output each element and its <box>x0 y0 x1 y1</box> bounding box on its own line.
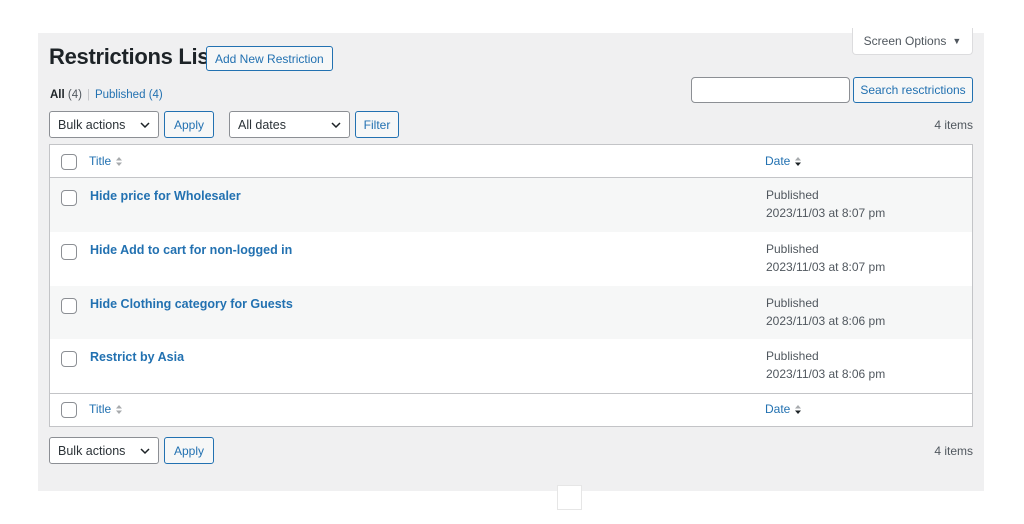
table-footer-row: Title Date <box>50 393 972 426</box>
column-title-label: Title <box>89 402 112 416</box>
view-published[interactable]: Published (4) <box>95 89 163 101</box>
row-status: Published <box>766 296 819 310</box>
table-row: Hide Add to cart for non-logged in Publi… <box>50 232 972 286</box>
table-row: Restrict by Asia Published 2023/11/03 at… <box>50 339 972 393</box>
row-date: 2023/11/03 at 8:07 pm <box>766 260 886 274</box>
table-row: Hide Clothing category for Guests Publis… <box>50 286 972 339</box>
sort-icon <box>116 404 123 414</box>
row-date: 2023/11/03 at 8:06 pm <box>766 314 886 328</box>
dates-filter-select[interactable]: All dates <box>229 111 350 138</box>
items-count-top: 4 items <box>934 118 973 132</box>
bulk-actions-select-bottom[interactable]: Bulk actions <box>49 437 159 464</box>
page-title: Restrictions List <box>49 44 217 69</box>
row-date: 2023/11/03 at 8:06 pm <box>766 367 886 381</box>
items-count-bottom: 4 items <box>934 444 973 458</box>
bulk-actions-selected: Bulk actions <box>58 443 126 458</box>
dates-filter-selected: All dates <box>238 117 286 132</box>
column-date-sort[interactable]: Date <box>765 154 802 168</box>
row-title-link[interactable]: Hide price for Wholesaler <box>90 189 241 203</box>
column-date-label: Date <box>765 154 791 168</box>
search-input[interactable] <box>691 77 850 103</box>
bulk-actions-select-top[interactable]: Bulk actions <box>49 111 159 138</box>
add-new-restriction-button[interactable]: Add New Restriction <box>206 46 333 71</box>
sort-desc-icon <box>795 156 802 166</box>
filter-button[interactable]: Filter <box>355 111 399 138</box>
status-views: All (4) | Published (4) <box>50 89 163 101</box>
screen-options-label: Screen Options <box>863 34 947 48</box>
column-title-sort[interactable]: Title <box>89 154 123 168</box>
row-date: 2023/11/03 at 8:07 pm <box>766 206 886 220</box>
apply-button-top[interactable]: Apply <box>164 111 214 138</box>
footer-widget <box>557 485 582 510</box>
row-title-link[interactable]: Restrict by Asia <box>90 350 184 364</box>
search-restrictions-button[interactable]: Search resctrictions <box>853 77 973 103</box>
column-title-label: Title <box>89 154 112 168</box>
row-title-link[interactable]: Hide Clothing category for Guests <box>90 297 293 311</box>
column-date-label: Date <box>765 402 791 416</box>
select-all-checkbox[interactable] <box>61 154 77 170</box>
row-checkbox[interactable] <box>61 351 77 367</box>
chevron-down-icon <box>140 122 150 129</box>
chevron-down-icon <box>140 448 150 455</box>
caret-down-icon: ▼ <box>952 36 962 46</box>
row-checkbox[interactable] <box>61 298 77 314</box>
row-checkbox[interactable] <box>61 244 77 260</box>
screen-options-button[interactable]: Screen Options ▼ <box>852 28 973 55</box>
row-checkbox[interactable] <box>61 190 77 206</box>
row-status: Published <box>766 242 819 256</box>
table-header-row: Title Date <box>50 145 972 178</box>
column-date-sort-footer[interactable]: Date <box>765 402 802 416</box>
view-separator: | <box>86 89 90 101</box>
sort-desc-icon <box>795 404 802 414</box>
apply-button-bottom[interactable]: Apply <box>164 437 214 464</box>
column-title-sort-footer[interactable]: Title <box>89 402 123 416</box>
table-row: Hide price for Wholesaler Published 2023… <box>50 178 972 232</box>
restrictions-table: Title Date Hide price for Wholesaler Pub… <box>49 144 973 427</box>
row-status: Published <box>766 349 819 363</box>
row-title-link[interactable]: Hide Add to cart for non-logged in <box>90 243 292 257</box>
sort-icon <box>116 156 123 166</box>
chevron-down-icon <box>331 122 341 129</box>
bulk-actions-selected: Bulk actions <box>58 117 126 132</box>
row-status: Published <box>766 188 819 202</box>
select-all-checkbox-footer[interactable] <box>61 402 77 418</box>
view-all[interactable]: All (4) <box>50 89 82 101</box>
